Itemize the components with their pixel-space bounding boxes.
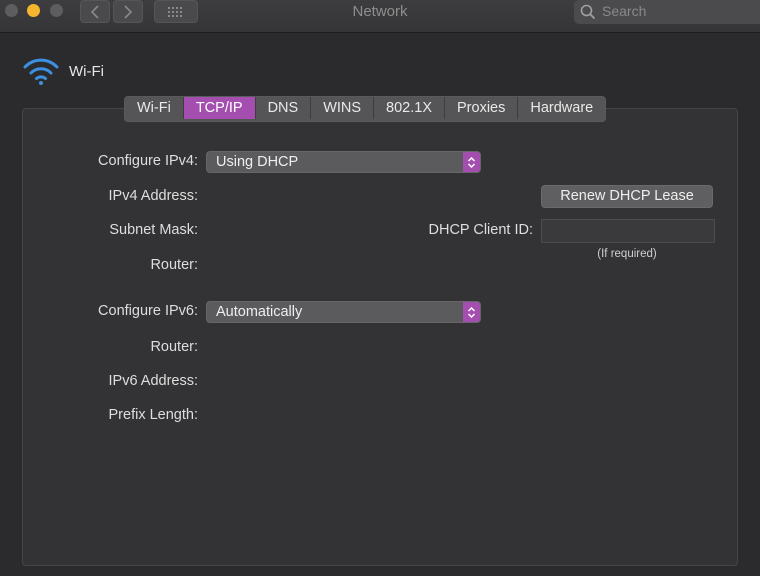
configure-ipv4-label: Configure IPv4: bbox=[98, 153, 198, 169]
renew-dhcp-lease-button[interactable]: Renew DHCP Lease bbox=[541, 185, 713, 208]
configure-ipv6-popup[interactable]: Automatically bbox=[206, 301, 481, 323]
dhcp-client-id-field[interactable] bbox=[541, 219, 715, 243]
tab-bar: Wi-Fi TCP/IP DNS WINS 802.1X Proxies Har… bbox=[124, 96, 607, 122]
popup-arrows-icon bbox=[463, 152, 480, 172]
tab-hardware[interactable]: Hardware bbox=[518, 97, 605, 119]
configure-ipv4-popup[interactable]: Using DHCP bbox=[206, 151, 481, 173]
search-placeholder: Search bbox=[602, 3, 647, 19]
tab-wins[interactable]: WINS bbox=[311, 97, 375, 119]
configure-ipv6-label: Configure IPv6: bbox=[98, 303, 198, 319]
ipv6-router-label: Router: bbox=[150, 339, 198, 355]
tab-tcpip[interactable]: TCP/IP bbox=[183, 97, 256, 119]
ipv6-address-label: IPv6 Address: bbox=[108, 373, 198, 389]
popup-arrows-icon bbox=[463, 302, 480, 322]
subnet-mask-label: Subnet Mask: bbox=[109, 222, 198, 238]
prefix-length-label: Prefix Length: bbox=[108, 407, 198, 423]
configure-ipv6-value: Automatically bbox=[216, 304, 303, 320]
dhcp-client-id-label: DHCP Client ID: bbox=[428, 222, 533, 238]
interface-header: Wi-Fi bbox=[22, 56, 104, 86]
wifi-icon bbox=[23, 58, 59, 85]
title-bar: Network Search bbox=[0, 0, 760, 33]
ipv4-router-label: Router: bbox=[150, 257, 198, 273]
ipv4-address-label: IPv4 Address: bbox=[108, 188, 198, 204]
interface-name: Wi-Fi bbox=[69, 62, 104, 80]
tab-8021x[interactable]: 802.1X bbox=[374, 97, 446, 119]
dhcp-client-id-hint: (If required) bbox=[597, 248, 657, 260]
search-field[interactable]: Search bbox=[574, 0, 760, 24]
settings-panel bbox=[22, 108, 738, 566]
tab-dns[interactable]: DNS bbox=[256, 97, 312, 119]
search-icon bbox=[580, 4, 596, 20]
tab-proxies[interactable]: Proxies bbox=[445, 97, 519, 119]
configure-ipv4-value: Using DHCP bbox=[216, 154, 299, 170]
tab-wifi[interactable]: Wi-Fi bbox=[125, 97, 184, 119]
